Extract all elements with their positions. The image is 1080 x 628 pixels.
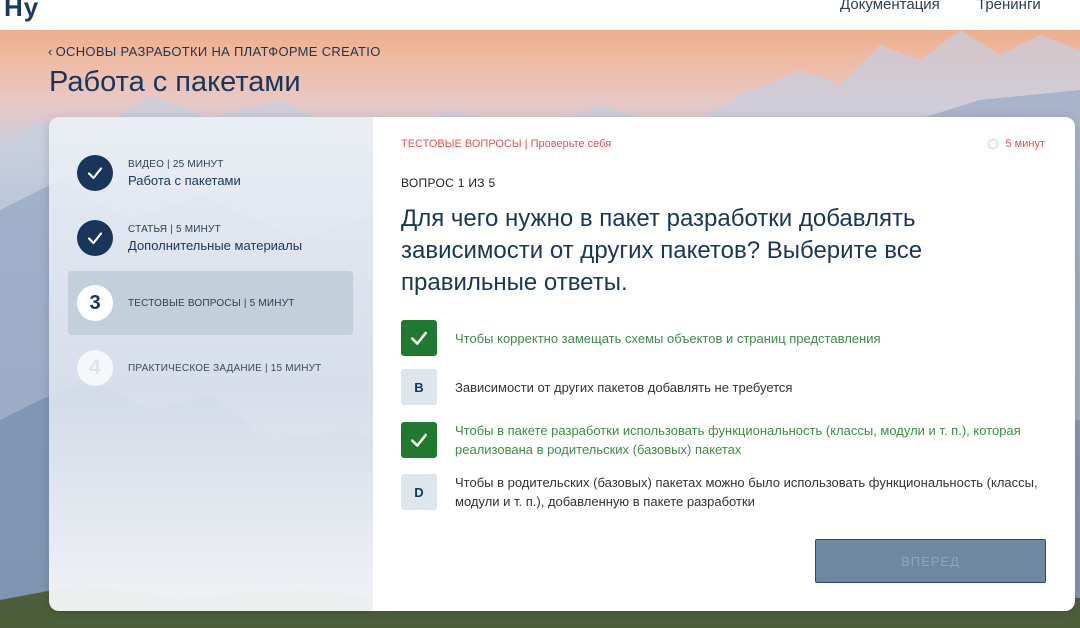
checkmark-icon (87, 232, 103, 245)
answer-text: Чтобы в пакете разработки использовать ф… (455, 423, 1021, 457)
step-item-video[interactable]: ВИДЕО | 25 МИНУТ Работа с пакетами (68, 141, 353, 205)
page-title: Работа с пакетами (49, 66, 301, 98)
step-meta: ВИДЕО | 25 МИНУТ (128, 158, 224, 170)
breadcrumb-label: ОСНОВЫ РАЗРАБОТКИ НА ПЛАТФОРМЕ CREATIO (55, 44, 381, 59)
step-meta: ТЕСТОВЫЕ ВОПРОСЫ | 5 МИНУТ (128, 297, 295, 309)
answer-option-d[interactable]: D Чтобы в родительских (базовых) пакетах… (401, 473, 1051, 511)
quiz-duration-text: 5 минут (1005, 138, 1046, 150)
step-meta: ПРАКТИЧЕСКОЕ ЗАДАНИЕ | 15 МИНУТ (128, 362, 322, 374)
site-logo[interactable]: Ну (4, 0, 39, 23)
next-button[interactable]: ВПЕРЕД (815, 539, 1046, 583)
step-item-practice[interactable]: 4 ПРАКТИЧЕСКОЕ ЗАДАНИЕ | 15 МИНУТ (68, 336, 353, 400)
nav-link-docs[interactable]: Документация (840, 0, 940, 13)
quiz-section-label: ТЕСТОВЫЕ ВОПРОСЫ | Проверьте себя (401, 138, 612, 150)
step-item-article[interactable]: СТАТЬЯ | 5 МИНУТ Дополнительные материал… (68, 206, 353, 270)
answer-option-b[interactable]: B Зависимости от других пакетов добавлят… (401, 369, 1051, 405)
answer-option-c[interactable]: Чтобы в пакете разработки использовать ф… (401, 421, 1051, 459)
question-counter: ВОПРОС 1 ИЗ 5 (401, 176, 496, 190)
quiz-duration: 5 минут (987, 138, 1046, 150)
answer-option-a[interactable]: Чтобы корректно замещать схемы объектов … (401, 320, 1051, 356)
answer-text: Зависимости от других пакетов добавлять … (455, 379, 793, 395)
step-done-circle (77, 155, 113, 191)
answer-checkbox[interactable]: B (401, 369, 437, 405)
step-number-circle: 3 (77, 285, 113, 321)
answer-checkbox[interactable] (401, 422, 437, 458)
quiz-panel: ТЕСТОВЫЕ ВОПРОСЫ | Проверьте себя 5 мину… (373, 117, 1075, 611)
question-text: Для чего нужно в пакет разработки добавл… (401, 205, 923, 296)
step-item-quiz[interactable]: 3 ТЕСТОВЫЕ ВОПРОСЫ | 5 МИНУТ (68, 271, 353, 335)
answer-text: Чтобы в родительских (базовых) пакетах м… (455, 475, 1038, 509)
top-navigation-bar: Ну Документация Тренинги (0, 0, 1080, 30)
nav-link-trainings[interactable]: Тренинги (977, 0, 1041, 13)
step-meta: СТАТЬЯ | 5 МИНУТ (128, 223, 221, 235)
step-done-circle (77, 220, 113, 256)
clock-icon (987, 139, 998, 149)
answer-checkbox[interactable]: D (401, 474, 437, 510)
checkmark-icon (87, 167, 103, 180)
lesson-card: ВИДЕО | 25 МИНУТ Работа с пакетами СТАТЬ… (49, 117, 1075, 611)
steps-sidebar: ВИДЕО | 25 МИНУТ Работа с пакетами СТАТЬ… (49, 117, 373, 611)
step-number-circle: 4 (77, 350, 113, 386)
checkmark-icon (411, 433, 427, 447)
answer-text: Чтобы корректно замещать схемы объектов … (455, 330, 881, 346)
answer-checkbox[interactable] (401, 320, 437, 356)
breadcrumb[interactable]: ‹ ОСНОВЫ РАЗРАБОТКИ НА ПЛАТФОРМЕ CREATIO (48, 44, 381, 59)
checkmark-icon (411, 331, 427, 345)
chevron-left-icon: ‹ (48, 44, 53, 59)
step-name: Работа с пакетами (128, 172, 241, 188)
step-name: Дополнительные материалы (128, 237, 303, 253)
